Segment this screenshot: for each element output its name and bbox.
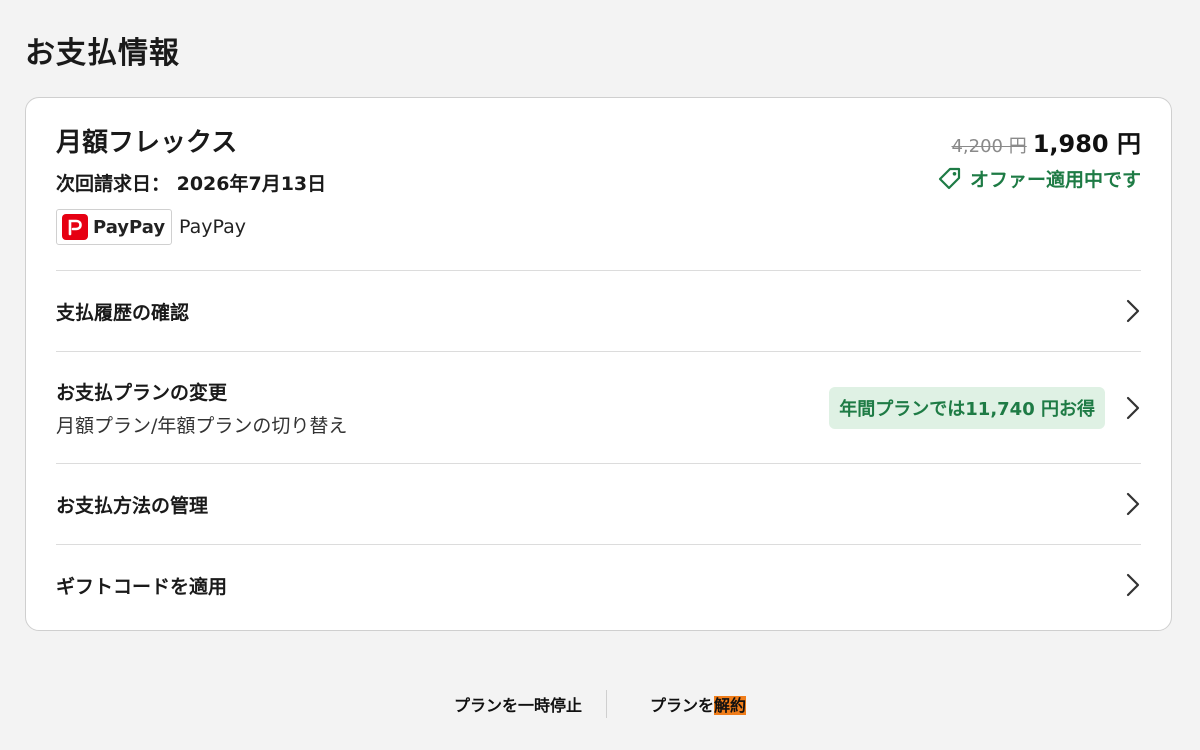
settings-list: 支払履歴の確認 お支払プランの変更 月額プラン/年額プランの切り替え 年間プラン… xyxy=(56,270,1141,625)
original-price: 4,200 円 xyxy=(951,136,1027,157)
payment-method-row: PayPay PayPay xyxy=(56,209,246,245)
offer-status: オファー適用中です xyxy=(937,165,1141,192)
row-label: 支払履歴の確認 xyxy=(56,301,190,324)
paypay-logo: PayPay xyxy=(56,209,172,245)
row-label: お支払プランの変更 xyxy=(56,381,228,404)
offer-label: オファー適用中です xyxy=(969,169,1141,191)
current-price: 1,980 円 xyxy=(1032,130,1141,158)
payment-card: 月額フレックス 次回請求日： 2026年7月13日 PayPay PayPay … xyxy=(25,97,1172,631)
next-billing-date: 次回請求日： 2026年7月13日 xyxy=(56,173,327,195)
annual-savings-badge: 年間プランでは11,740 円お得 xyxy=(829,386,1105,429)
row-label: ギフトコードを適用 xyxy=(56,575,228,598)
chevron-right-icon xyxy=(1121,299,1145,323)
plan-name: 月額フレックス xyxy=(56,128,238,158)
cancel-plan-highlight: 解約 xyxy=(714,696,747,715)
cancel-plan-prefix: プランを xyxy=(649,696,714,715)
payment-info-page: お支払情報 月額フレックス 次回請求日： 2026年7月13日 PayPay P… xyxy=(0,0,1200,750)
row-label: お支払方法の管理 xyxy=(56,494,209,517)
page-title: お支払情報 xyxy=(25,36,180,71)
payment-history-row[interactable]: 支払履歴の確認 xyxy=(56,270,1141,351)
paypay-logo-text: PayPay xyxy=(93,216,166,238)
footer-actions: プランを一時停止 プランを解約 xyxy=(0,688,1200,720)
chevron-right-icon xyxy=(1121,396,1145,420)
plan-summary: 月額フレックス 次回請求日： 2026年7月13日 PayPay PayPay … xyxy=(56,122,1141,272)
tag-icon xyxy=(938,167,961,189)
cancel-plan-link[interactable]: プランを解約 xyxy=(649,692,747,716)
payment-method-name: PayPay xyxy=(179,216,246,238)
gift-code-row[interactable]: ギフトコードを適用 xyxy=(56,544,1141,625)
manage-payment-method-row[interactable]: お支払方法の管理 xyxy=(56,463,1141,544)
row-sublabel: 月額プラン/年額プランの切り替え xyxy=(56,414,348,437)
price-box: 4,200 円 1,980 円 オファー適用中です xyxy=(937,124,1141,192)
change-plan-row[interactable]: お支払プランの変更 月額プラン/年額プランの切り替え 年間プランでは11,740… xyxy=(56,351,1141,463)
pause-plan-link[interactable]: プランを一時停止 xyxy=(454,692,582,716)
paypay-mark-icon xyxy=(62,214,88,240)
chevron-right-icon xyxy=(1121,492,1145,516)
chevron-right-icon xyxy=(1121,573,1145,597)
footer-divider xyxy=(605,690,607,718)
